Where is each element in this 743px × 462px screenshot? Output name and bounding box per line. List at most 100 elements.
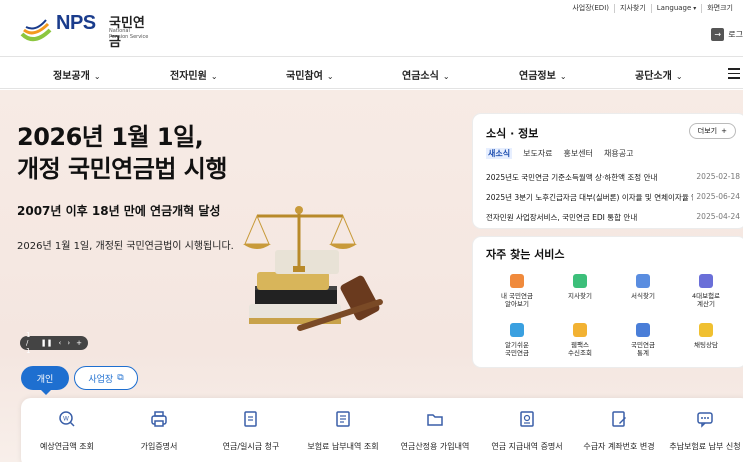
claim-icon xyxy=(244,411,257,427)
quick-link-payment-history[interactable]: 보험료 납부내역 조회 xyxy=(297,410,389,452)
hero-title: 2026년 1월 1일, 개정 국민연금법 시행 xyxy=(17,121,227,185)
printer-icon xyxy=(151,411,167,427)
language-select[interactable]: Language xyxy=(650,4,701,13)
plus-icon[interactable]: + xyxy=(76,339,82,347)
news-item[interactable]: 전자민원 사업장서비스, 국민연금 EDI 통합 안내 2025-04-24 xyxy=(486,212,740,223)
tab-press[interactable]: 보도자료 xyxy=(523,148,552,159)
news-item-text: 2025년도 국민연금 기준소득월액 상·하한액 조정 안내 xyxy=(486,173,658,182)
logo[interactable]: NPS 국민연금 National Pension Service xyxy=(20,10,150,50)
chevron-down-icon: ⌄ xyxy=(559,72,567,81)
more-button[interactable]: 더보기 + xyxy=(688,123,736,139)
quick-link-certificate[interactable]: 가입증명서 xyxy=(113,410,205,452)
nav-pension-info[interactable]: 연금정보 ⌄ xyxy=(519,67,567,82)
service-label: 내 국민연금 xyxy=(501,292,533,300)
certificate-icon xyxy=(520,411,534,427)
tab-business-label: 사업장 xyxy=(88,374,114,385)
hero-title-line2: 개정 국민연금법 시행 xyxy=(17,155,227,183)
quick-link-label: 연금/일시금 청구 xyxy=(222,442,280,451)
folder-icon xyxy=(427,414,443,426)
service-calculator[interactable]: 4대보험료 계산기 xyxy=(676,274,736,308)
next-icon[interactable]: › xyxy=(67,339,70,347)
service-label: 지사찾기 xyxy=(568,292,592,300)
hero-description: 2026년 1월 1일, 개정된 국민연금법이 시행됩니다. xyxy=(17,241,234,252)
tab-promo[interactable]: 홍보센터 xyxy=(564,148,593,159)
nav-label: 정보공개 xyxy=(53,71,90,82)
chat-icon xyxy=(699,323,713,337)
quick-link-label: 추납보험료 납부 신청 xyxy=(669,442,741,451)
nav-participation[interactable]: 국민참여 ⌄ xyxy=(286,67,334,82)
quick-link-label: 연금 지급내역 증명서 xyxy=(491,442,563,451)
calculator-icon xyxy=(699,274,713,288)
quick-link-additional-payment[interactable]: 추납보험료 납부 신청 xyxy=(659,410,743,452)
chevron-down-icon: ⌄ xyxy=(210,72,218,81)
service-form-search[interactable]: 서식찾기 xyxy=(613,274,673,300)
tab-news[interactable]: 새소식 xyxy=(486,148,513,159)
login-label: 로그 xyxy=(728,30,743,39)
nav-pension-news[interactable]: 연금소식 ⌄ xyxy=(402,67,450,82)
menu-icon[interactable] xyxy=(728,68,740,82)
pager-count: 1 / 1 xyxy=(26,331,31,355)
quick-link-payment-certificate[interactable]: 연금 지급내역 증명서 xyxy=(481,410,573,452)
services-card: 자주 찾는 서비스 내 국민연금 알아보기 지사찾기 서식찾기 4대보험료 계산… xyxy=(472,236,743,368)
tab-business[interactable]: 사업장 ⧉ xyxy=(74,366,138,390)
plus-icon: + xyxy=(721,127,727,135)
news-item[interactable]: 2025년도 국민연금 기준소득월액 상·하한액 조정 안내 2025-02-1… xyxy=(486,172,740,183)
service-label: 국민연금 xyxy=(505,349,529,357)
payment-history-icon xyxy=(336,411,350,427)
nav-label: 국민참여 xyxy=(286,71,323,82)
chevron-down-icon: ⌄ xyxy=(326,72,334,81)
quick-link-label: 수급자 계좌번호 변경 xyxy=(583,442,655,451)
news-item[interactable]: 2025년 3분기 노후긴급자금 대부(실버론) 이자율 및 연체이자율 안내 … xyxy=(486,192,740,203)
nav-info-disclosure[interactable]: 정보공개 ⌄ xyxy=(53,67,101,82)
branch-finder-link[interactable]: 지사찾기 xyxy=(614,4,651,13)
service-easy-pension[interactable]: 알기쉬운 국민연금 xyxy=(487,323,547,357)
news-item-date: 2025-04-24 xyxy=(693,212,740,221)
news-item-date: 2025-06-24 xyxy=(693,192,740,201)
tab-personal[interactable]: 개인 xyxy=(21,366,69,395)
stats-icon xyxy=(636,323,650,337)
pause-icon[interactable]: ❚❚ xyxy=(41,339,53,347)
login-button[interactable]: → 로그 xyxy=(711,28,743,41)
tab-recruit[interactable]: 채용공고 xyxy=(604,148,633,159)
nav-label: 공단소개 xyxy=(635,71,672,82)
more-label: 더보기 xyxy=(697,127,718,135)
quick-link-label: 연금산정용 가입내역 xyxy=(400,442,470,451)
slide-pager[interactable]: 1 / 1 ❚❚ ‹ › + xyxy=(20,331,88,355)
news-tabs: 새소식 보도자료 홍보센터 채용공고 xyxy=(486,148,633,159)
quick-link-label: 보험료 납부내역 조회 xyxy=(307,442,379,451)
chevron-down-icon: ⌄ xyxy=(442,72,450,81)
branch-icon xyxy=(573,274,587,288)
external-link-icon: ⧉ xyxy=(117,373,124,383)
service-my-pension[interactable]: 내 국민연금 알아보기 xyxy=(487,274,547,308)
prev-icon[interactable]: ‹ xyxy=(59,339,62,347)
news-card: 소식 · 정보 더보기 + 새소식 보도자료 홍보센터 채용공고 2025년도 … xyxy=(472,113,743,229)
nav-e-civil[interactable]: 전자민원 ⌄ xyxy=(170,67,218,82)
quick-link-claim[interactable]: 연금/일시금 청구 xyxy=(205,410,297,452)
service-chat[interactable]: 채팅상담 xyxy=(676,323,736,349)
service-branch-finder[interactable]: 지사찾기 xyxy=(550,274,610,300)
service-webfax[interactable]: 웹팩스 수신조회 xyxy=(550,323,610,357)
screen-size-link[interactable]: 화면크기 xyxy=(701,4,738,13)
service-stats[interactable]: 국민연금 통계 xyxy=(613,323,673,357)
chat-doc-icon xyxy=(697,412,713,428)
edi-link[interactable]: 사업장(EDI) xyxy=(567,4,614,13)
utility-links: 사업장(EDI) 지사찾기 Language 화면크기 xyxy=(567,4,738,13)
quick-link-label: 예상연금액 조회 xyxy=(39,442,95,451)
quick-link-pension-estimate[interactable]: W 예상연금액 조회 xyxy=(21,410,113,452)
login-icon: → xyxy=(711,28,725,41)
chevron-down-icon: ⌄ xyxy=(93,72,101,81)
service-label: 국민연금 xyxy=(631,341,655,349)
nav-about[interactable]: 공단소개 ⌄ xyxy=(635,67,683,82)
nav-label: 전자민원 xyxy=(170,71,207,82)
news-title: 소식 · 정보 xyxy=(486,127,539,140)
logo-swoosh-icon xyxy=(20,19,52,42)
news-item-text: 전자민원 사업장서비스, 국민연금 EDI 통합 안내 xyxy=(486,213,638,222)
quick-link-enrollment-history[interactable]: 연금산정용 가입내역 xyxy=(389,410,481,452)
news-item-date: 2025-02-18 xyxy=(693,172,740,181)
fax-icon xyxy=(573,323,587,337)
service-label: 알기쉬운 xyxy=(505,341,529,349)
services-title: 자주 찾는 서비스 xyxy=(486,248,565,261)
hero-subtitle: 2007년 이후 18년 만에 연금개혁 달성 xyxy=(17,204,221,218)
nav-label: 연금소식 xyxy=(402,71,439,82)
quick-link-account-change[interactable]: 수급자 계좌번호 변경 xyxy=(573,410,665,452)
